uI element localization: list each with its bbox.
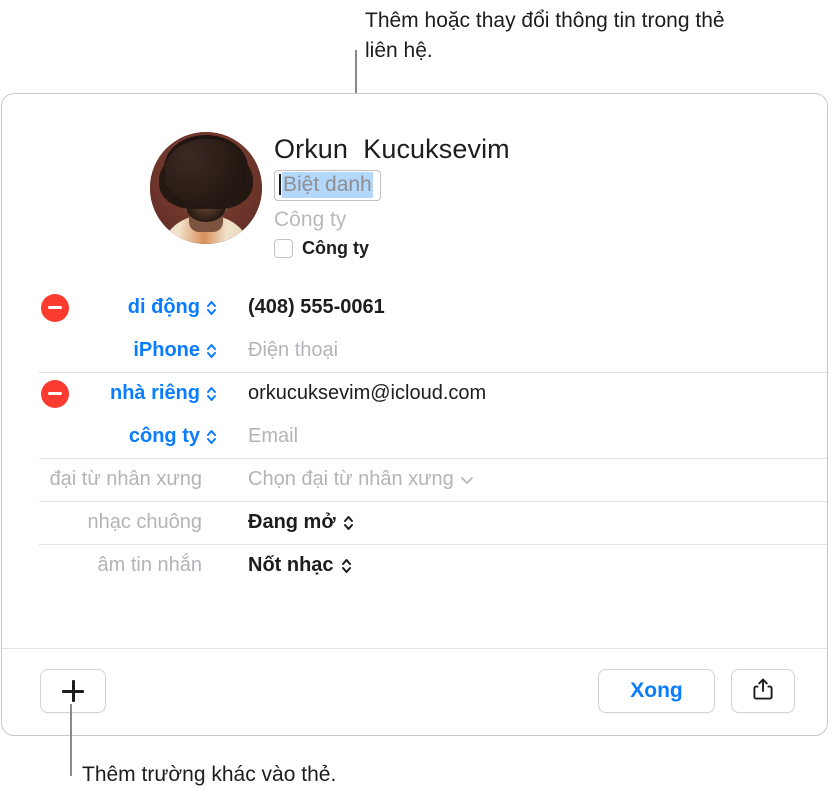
field-label[interactable]: công ty bbox=[2, 425, 220, 448]
field-row: đại từ nhân xưng Chọn đại từ nhân xưng bbox=[2, 458, 827, 501]
share-icon bbox=[752, 677, 774, 706]
company-checkbox[interactable] bbox=[274, 239, 293, 258]
field-label-text: iPhone bbox=[133, 339, 200, 361]
field-label[interactable]: iPhone bbox=[2, 339, 220, 362]
field-value-text: Điện thoại bbox=[248, 339, 339, 361]
field-label-text: âm tin nhắn bbox=[97, 554, 202, 576]
name-block: Orkun Kucuksevim Biệt danh Công ty Công … bbox=[274, 132, 510, 259]
field-label-text: công ty bbox=[128, 425, 200, 447]
field-label-text: đại từ nhân xưng bbox=[49, 468, 202, 490]
field-row: nhạc chuông Đang mở bbox=[2, 501, 827, 544]
minus-circle-icon[interactable] bbox=[41, 293, 69, 322]
field-label[interactable]: di động bbox=[2, 296, 220, 319]
field-value[interactable]: Đang mở bbox=[220, 511, 355, 534]
stepper-icon[interactable] bbox=[205, 341, 218, 361]
field-row: di động (408) 555-0061 bbox=[2, 286, 827, 329]
field-value-text: (408) 555-0061 bbox=[248, 296, 385, 318]
field-row: âm tin nhắn Nốt nhạc bbox=[2, 544, 827, 587]
card-footer: Xong bbox=[2, 648, 827, 735]
stepper-icon[interactable] bbox=[205, 384, 218, 404]
field-label[interactable]: nhà riêng bbox=[2, 382, 220, 405]
field-row: công ty Email bbox=[2, 415, 827, 458]
field-value[interactable]: orkucuksevim@icloud.com bbox=[220, 382, 486, 405]
callout-top-text: Thêm hoặc thay đổi thông tin trong thẻ l… bbox=[365, 9, 725, 62]
field-value-text: Chọn đại từ nhân xưng bbox=[248, 468, 454, 490]
avatar[interactable] bbox=[150, 132, 262, 244]
field-value[interactable]: Email bbox=[220, 425, 298, 448]
field-value[interactable]: Chọn đại từ nhân xưng bbox=[220, 468, 474, 491]
stepper-icon[interactable] bbox=[340, 556, 353, 576]
avatar-hair bbox=[165, 138, 247, 203]
field-list: di động (408) 555-0061 iPhone Điện thoại nhà… bbox=[2, 286, 827, 587]
stepper-icon[interactable] bbox=[205, 298, 218, 318]
company-input[interactable]: Công ty bbox=[274, 206, 510, 234]
nickname-placeholder-text: Biệt danh bbox=[282, 172, 373, 198]
screenshot-root: Thêm hoặc thay đổi thông tin trong thẻ l… bbox=[0, 0, 833, 803]
stepper-icon[interactable] bbox=[342, 513, 355, 533]
field-value-text: Nốt nhạc bbox=[248, 554, 334, 576]
field-value-text: orkucuksevim@icloud.com bbox=[248, 382, 487, 404]
contact-full-name[interactable]: Orkun Kucuksevim bbox=[274, 132, 510, 166]
company-checkbox-row[interactable]: Công ty bbox=[274, 238, 510, 259]
field-value-text: Email bbox=[248, 425, 299, 447]
company-checkbox-label: Công ty bbox=[302, 238, 369, 258]
field-label: âm tin nhắn bbox=[2, 554, 220, 577]
contact-card: Orkun Kucuksevim Biệt danh Công ty Công … bbox=[1, 93, 828, 736]
done-button-label: Xong bbox=[630, 679, 683, 702]
field-value-text: Đang mở bbox=[248, 511, 336, 533]
field-label-text: nhà riêng bbox=[109, 382, 200, 404]
callout-bottom-leader-line bbox=[70, 704, 72, 776]
minus-circle-icon[interactable] bbox=[41, 379, 69, 408]
callout-bottom-text: Thêm trường khác vào thẻ. bbox=[82, 763, 337, 786]
field-value[interactable]: (408) 555-0061 bbox=[220, 296, 385, 319]
field-label: nhạc chuông bbox=[2, 511, 220, 534]
nickname-input[interactable]: Biệt danh bbox=[274, 170, 381, 201]
chevron-down-icon[interactable] bbox=[460, 475, 474, 485]
field-label-text: nhạc chuông bbox=[87, 511, 202, 533]
field-row: iPhone Điện thoại bbox=[2, 329, 827, 372]
stepper-icon[interactable] bbox=[205, 427, 218, 447]
add-field-button[interactable] bbox=[40, 669, 106, 713]
field-label-text: di động bbox=[127, 296, 200, 318]
field-label: đại từ nhân xưng bbox=[2, 468, 220, 491]
share-button[interactable] bbox=[731, 669, 795, 713]
done-button[interactable]: Xong bbox=[598, 669, 715, 713]
field-row: nhà riêng orkucuksevim@icloud.com bbox=[2, 372, 827, 415]
contact-card-header: Orkun Kucuksevim Biệt danh Công ty Công … bbox=[2, 94, 827, 286]
field-value[interactable]: Điện thoại bbox=[220, 339, 338, 362]
text-cursor bbox=[279, 174, 281, 195]
plus-icon bbox=[62, 680, 84, 702]
field-value[interactable]: Nốt nhạc bbox=[220, 554, 353, 577]
